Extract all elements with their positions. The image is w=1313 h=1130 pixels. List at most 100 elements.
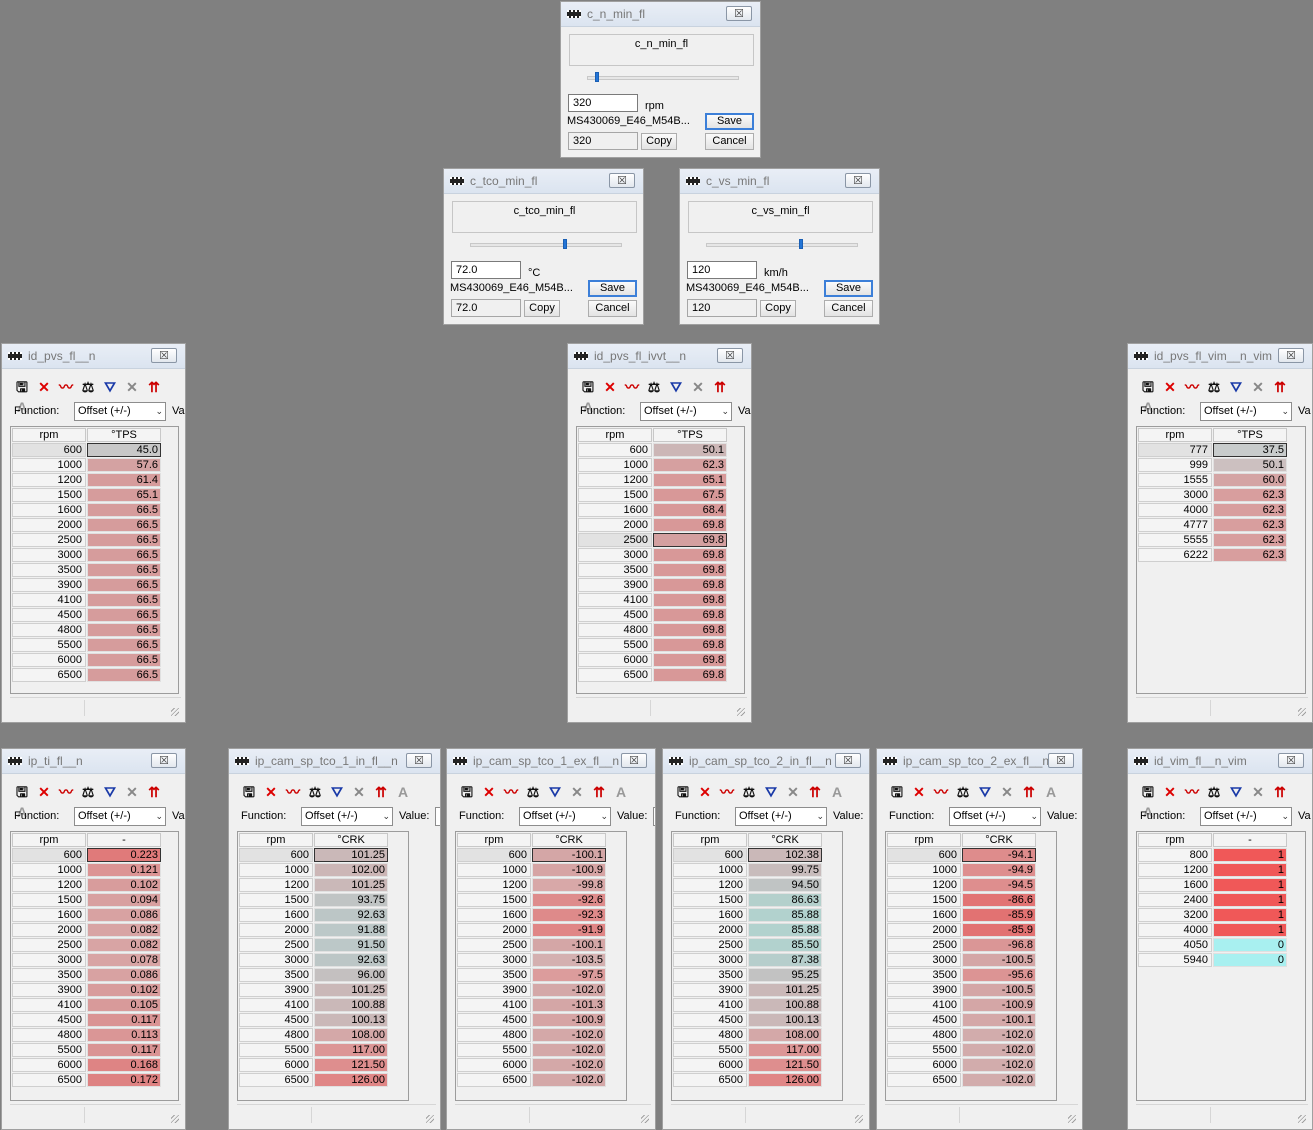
delete-icon[interactable]: ✕	[695, 782, 715, 802]
graph-icon[interactable]: 〰	[283, 782, 303, 802]
axis-cell[interactable]: 4800	[457, 1028, 531, 1042]
value-cell[interactable]: 121.50	[314, 1058, 388, 1072]
balance-icon[interactable]: ⚖	[1204, 377, 1224, 397]
axis-cell[interactable]: 3000	[457, 953, 531, 967]
axis-cell[interactable]: 3000	[578, 548, 652, 562]
axis-cell[interactable]: 6500	[12, 668, 86, 682]
close-button[interactable]: ☒	[1278, 753, 1304, 768]
close-button[interactable]: ☒	[1048, 753, 1074, 768]
axis-cell[interactable]: 5500	[12, 638, 86, 652]
axis-cell[interactable]: 2500	[12, 938, 86, 952]
save-icon[interactable]: 🖫	[578, 377, 598, 397]
axis-cell[interactable]: 6000	[578, 653, 652, 667]
axis-cell[interactable]: 5940	[1138, 953, 1212, 967]
axis-cell[interactable]: 1500	[457, 893, 531, 907]
value-input[interactable]	[435, 807, 440, 826]
value-cell[interactable]: 87.38	[748, 953, 822, 967]
value-cell[interactable]: 69.8	[653, 593, 727, 607]
value-cell[interactable]: 1	[1213, 848, 1287, 862]
axis-cell[interactable]: 1500	[239, 893, 313, 907]
value-cell[interactable]: 117.00	[748, 1043, 822, 1057]
value-cell[interactable]: 66.5	[87, 668, 161, 682]
axis-cell[interactable]: 3900	[12, 983, 86, 997]
value-cell[interactable]: 57.6	[87, 458, 161, 472]
value-cell[interactable]: -94.1	[962, 848, 1036, 862]
axis-cell[interactable]: 1000	[239, 863, 313, 877]
peak-icon[interactable]: ⛛	[666, 377, 686, 397]
value-cell[interactable]: -100.1	[532, 848, 606, 862]
peak-icon[interactable]: ⛛	[100, 377, 120, 397]
axis-cell[interactable]: 3900	[12, 578, 86, 592]
value-cell[interactable]: 62.3	[1213, 533, 1287, 547]
value-cell[interactable]: 92.63	[314, 953, 388, 967]
value-cell[interactable]: 93.75	[314, 893, 388, 907]
value-cell[interactable]: 0.117	[87, 1013, 161, 1027]
axis-cell[interactable]: 2000	[578, 518, 652, 532]
axis-cell[interactable]: 3000	[1138, 488, 1212, 502]
value-cell[interactable]: -102.0	[532, 1073, 606, 1087]
value-cell[interactable]: 0	[1213, 938, 1287, 952]
axis-cell[interactable]: 4050	[1138, 938, 1212, 952]
axis-cell[interactable]: 2000	[457, 923, 531, 937]
value-cell[interactable]: 85.50	[748, 938, 822, 952]
value-cell[interactable]: 0.086	[87, 968, 161, 982]
value-input[interactable]: 320	[568, 94, 638, 112]
axis-cell[interactable]: 6500	[457, 1073, 531, 1087]
balance-icon[interactable]: ⚖	[78, 782, 98, 802]
title-bar[interactable]: c_n_min_fl ☒	[561, 2, 760, 27]
close-button[interactable]: ☒	[406, 753, 432, 768]
axis-cell[interactable]: 2000	[673, 923, 747, 937]
value-cell[interactable]: 1	[1213, 878, 1287, 892]
delete-icon[interactable]: ✕	[34, 377, 54, 397]
graph-icon[interactable]: 〰	[622, 377, 642, 397]
axis-cell[interactable]: 999	[1138, 458, 1212, 472]
value-cell[interactable]: 85.88	[748, 908, 822, 922]
value-cell[interactable]: 101.25	[314, 848, 388, 862]
value-input[interactable]	[653, 807, 655, 826]
axis-cell[interactable]: 1555	[1138, 473, 1212, 487]
value-cell[interactable]: -85.9	[962, 908, 1036, 922]
peak-icon[interactable]: ⛛	[545, 782, 565, 802]
value-cell[interactable]: -100.9	[532, 863, 606, 877]
value-cell[interactable]: 69.8	[653, 623, 727, 637]
value-cell[interactable]: -94.9	[962, 863, 1036, 877]
axis-cell[interactable]: 1500	[673, 893, 747, 907]
axis-cell[interactable]: 1200	[578, 473, 652, 487]
axis-cell[interactable]: 2500	[457, 938, 531, 952]
value-cell[interactable]: 61.4	[87, 473, 161, 487]
axis-cell[interactable]: 3200	[1138, 908, 1212, 922]
cancel-button[interactable]: Cancel	[588, 300, 637, 317]
value-input[interactable]: 120	[687, 261, 757, 279]
axis-cell[interactable]: 1200	[239, 878, 313, 892]
peak-icon[interactable]: ⛛	[327, 782, 347, 802]
title-bar[interactable]: ip_cam_sp_tco_2_in_fl__n ☒	[663, 749, 869, 774]
value-cell[interactable]: 108.00	[748, 1028, 822, 1042]
function-select[interactable]: Offset (+/-) ⌄	[1200, 402, 1292, 421]
balance-icon[interactable]: ⚖	[305, 782, 325, 802]
value-cell[interactable]: 0.105	[87, 998, 161, 1012]
title-bar[interactable]: id_pvs_fl__n ☒	[2, 344, 185, 369]
value-cell[interactable]: 0	[1213, 953, 1287, 967]
title-bar[interactable]: ip_cam_sp_tco_2_ex_fl__n ☒	[877, 749, 1082, 774]
resize-grip[interactable]	[641, 1115, 649, 1123]
save-icon[interactable]: 🖫	[673, 782, 693, 802]
value-cell[interactable]: 0.082	[87, 923, 161, 937]
value-cell[interactable]: -100.9	[962, 998, 1036, 1012]
multiply-icon[interactable]: ✕	[122, 782, 142, 802]
axis-cell[interactable]: 4800	[578, 623, 652, 637]
cancel-button[interactable]: Cancel	[705, 133, 754, 150]
value-cell[interactable]: 126.00	[314, 1073, 388, 1087]
close-button[interactable]: ☒	[717, 348, 743, 363]
axis-cell[interactable]: 3500	[673, 968, 747, 982]
value-cell[interactable]: 66.5	[87, 578, 161, 592]
axis-cell[interactable]: 4800	[239, 1028, 313, 1042]
value-cell[interactable]: -100.5	[962, 953, 1036, 967]
value-cell[interactable]: 62.3	[1213, 503, 1287, 517]
axis-cell[interactable]: 4800	[887, 1028, 961, 1042]
value-cell[interactable]: 66.5	[87, 518, 161, 532]
graph-icon[interactable]: 〰	[1182, 377, 1202, 397]
value-cell[interactable]: -99.8	[532, 878, 606, 892]
axis-cell[interactable]: 5555	[1138, 533, 1212, 547]
peak-icon[interactable]: ⛛	[975, 782, 995, 802]
balance-icon[interactable]: ⚖	[739, 782, 759, 802]
